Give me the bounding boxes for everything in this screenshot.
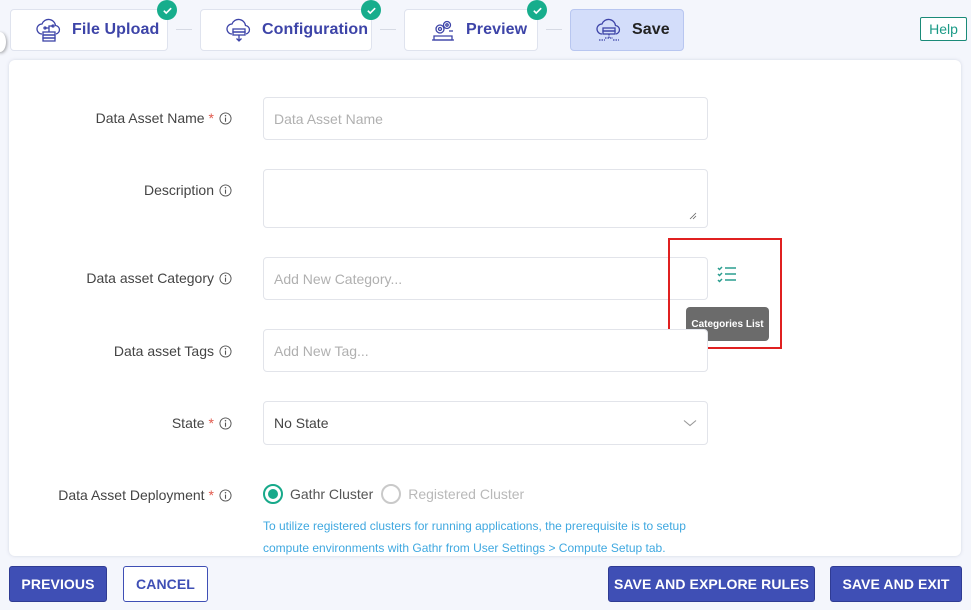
cancel-button[interactable]: CANCEL <box>123 566 208 602</box>
data-asset-category-label: Data asset Category <box>86 270 232 286</box>
data-asset-deployment-label: Data Asset Deployment * <box>58 487 232 503</box>
placeholder-text: Add New Category... <box>274 270 403 287</box>
info-icon[interactable] <box>219 111 232 125</box>
data-asset-tags-input[interactable]: Add New Tag... <box>263 329 708 372</box>
previous-button[interactable]: PREVIOUS <box>9 566 107 602</box>
radio-registered-cluster[interactable]: Registered Cluster <box>381 484 524 504</box>
label-text: Description <box>143 182 214 198</box>
info-icon[interactable] <box>219 271 232 285</box>
checklist-icon[interactable] <box>717 265 739 283</box>
info-icon[interactable] <box>219 416 232 430</box>
step-save[interactable]: Save <box>570 9 684 51</box>
deployment-radio-group: Gathr Cluster Registered Cluster <box>263 484 532 504</box>
radio-selected-icon <box>263 484 283 504</box>
label-text: State <box>171 415 205 431</box>
step-label: Configuration <box>262 21 369 38</box>
completed-check-icon <box>527 0 547 20</box>
description-textarea[interactable] <box>263 169 708 228</box>
state-label: State * <box>172 415 232 431</box>
radio-label: Registered Cluster <box>408 486 525 502</box>
data-asset-tags-label: Data asset Tags <box>114 343 232 359</box>
required-asterisk: * <box>208 415 214 431</box>
completed-check-icon <box>361 0 381 20</box>
side-panel-toggle[interactable] <box>0 32 6 52</box>
completed-check-icon <box>157 0 177 20</box>
info-icon[interactable] <box>219 183 232 197</box>
cloud-config-icon <box>225 16 253 44</box>
required-asterisk: * <box>208 487 214 503</box>
hint-line: compute environments with Gathr from Use… <box>263 541 666 555</box>
help-button[interactable]: Help <box>920 17 967 41</box>
step-label: Preview <box>466 21 528 38</box>
data-asset-name-input[interactable]: Data Asset Name <box>263 97 708 140</box>
placeholder-text: Add New Tag... <box>274 342 369 359</box>
cloud-upload-icon <box>35 16 63 44</box>
data-asset-name-label: Data Asset Name * <box>96 110 232 126</box>
step-file-upload[interactable]: File Upload <box>10 0 177 51</box>
step-preview[interactable]: Preview <box>404 0 547 51</box>
description-label: Description <box>144 182 232 198</box>
selected-value: No State <box>274 415 329 431</box>
radio-gathr-cluster[interactable]: Gathr Cluster <box>263 484 373 504</box>
hint-line: To utilize registered clusters for runni… <box>263 519 686 533</box>
label-text: Data asset Tags <box>113 343 214 359</box>
step-label: File Upload <box>72 21 160 38</box>
label-text: Data Asset Deployment <box>58 487 205 503</box>
save-and-exit-button[interactable]: SAVE AND EXIT <box>830 566 962 602</box>
resize-handle-icon[interactable] <box>689 207 697 220</box>
step-connector <box>176 29 192 30</box>
info-icon[interactable] <box>219 344 232 358</box>
radio-unselected-icon <box>381 484 402 504</box>
save-and-explore-rules-button[interactable]: SAVE AND EXPLORE RULES <box>608 566 815 602</box>
info-icon[interactable] <box>219 488 232 502</box>
step-connector <box>380 29 396 30</box>
step-connector <box>546 29 562 30</box>
deployment-hint: To utilize registered clusters for runni… <box>263 515 743 559</box>
step-configuration[interactable]: Configuration <box>200 0 381 51</box>
cloud-save-icon <box>595 16 623 44</box>
preview-gears-icon <box>429 16 457 44</box>
step-label: Save <box>632 21 670 38</box>
label-text: Data asset Category <box>86 270 214 286</box>
placeholder-text: Data Asset Name <box>274 110 383 127</box>
data-asset-category-input[interactable]: Add New Category... <box>263 257 708 300</box>
required-asterisk: * <box>208 110 214 126</box>
chevron-down-icon <box>683 416 697 430</box>
radio-label: Gathr Cluster <box>290 486 374 502</box>
state-select[interactable]: No State <box>263 401 708 445</box>
label-text: Data Asset Name <box>95 110 205 126</box>
